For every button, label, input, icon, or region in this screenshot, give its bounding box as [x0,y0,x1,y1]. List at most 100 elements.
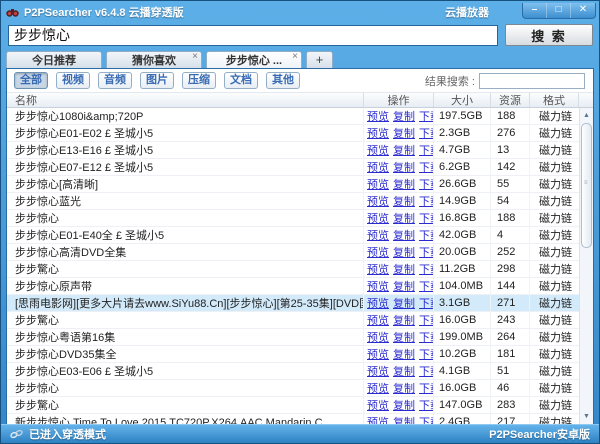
download-link[interactable]: 下载 [419,278,434,294]
download-link[interactable]: 下载 [419,312,434,328]
filter-video[interactable]: 视频 [56,72,90,89]
download-link[interactable]: 下载 [419,125,434,141]
copy-link[interactable]: 复制 [393,312,415,328]
table-row[interactable]: 步步惊心粤语第16集 预览 复制 下载 199.0MB 264 磁力链 [7,329,579,346]
download-link[interactable]: 下载 [419,414,434,424]
tab-close-icon[interactable]: × [192,51,198,62]
table-row[interactable]: 步步驚心 预览 复制 下载 16.0GB 243 磁力链 [7,312,579,329]
result-search-input[interactable] [479,73,585,89]
tab-today-recommend[interactable]: 今日推荐 [6,51,102,68]
maximize-button[interactable]: □ [547,3,571,18]
preview-link[interactable]: 预览 [367,278,389,294]
table-row[interactable]: 步步驚心 预览 复制 下载 11.2GB 298 磁力链 [7,261,579,278]
preview-link[interactable]: 预览 [367,295,389,311]
copy-link[interactable]: 复制 [393,244,415,260]
table-row[interactable]: 步步惊心原声带 预览 复制 下载 104.0MB 144 磁力链 [7,278,579,295]
preview-link[interactable]: 预览 [367,261,389,277]
filter-document[interactable]: 文档 [224,72,258,89]
search-input[interactable] [8,25,498,46]
table-row[interactable]: 步步惊心[高清晰] 预览 复制 下载 26.6GB 55 磁力链 [7,176,579,193]
preview-link[interactable]: 预览 [367,329,389,345]
close-button[interactable]: ✕ [571,3,595,18]
preview-link[interactable]: 预览 [367,125,389,141]
preview-link[interactable]: 预览 [367,244,389,260]
preview-link[interactable]: 预览 [367,159,389,175]
download-link[interactable]: 下载 [419,227,434,243]
download-link[interactable]: 下载 [419,159,434,175]
search-button[interactable]: 搜 索 [505,24,593,46]
copy-link[interactable]: 复制 [393,414,415,424]
table-row[interactable]: 步步惊心DVD35集全 预览 复制 下载 10.2GB 181 磁力链 [7,346,579,363]
column-header-action[interactable]: 操作 [364,93,434,107]
table-row[interactable]: 步步惊心 预览 复制 下载 16.0GB 46 磁力链 [7,380,579,397]
preview-link[interactable]: 预览 [367,380,389,396]
table-row[interactable]: 步步惊心E01-E02 £ 圣城小5 预览 复制 下载 2.3GB 276 磁力… [7,125,579,142]
download-link[interactable]: 下载 [419,210,434,226]
copy-link[interactable]: 复制 [393,159,415,175]
preview-link[interactable]: 预览 [367,210,389,226]
copy-link[interactable]: 复制 [393,295,415,311]
filter-all[interactable]: 全部 [14,72,48,89]
preview-link[interactable]: 预览 [367,227,389,243]
preview-link[interactable]: 预览 [367,363,389,379]
filter-archive[interactable]: 压缩 [182,72,216,89]
table-row[interactable]: 步步惊心E03-E06 £ 圣城小5 预览 复制 下载 4.1GB 51 磁力链 [7,363,579,380]
copy-link[interactable]: 复制 [393,329,415,345]
preview-link[interactable]: 预览 [367,312,389,328]
download-link[interactable]: 下载 [419,397,434,413]
preview-link[interactable]: 预览 [367,346,389,362]
tab-guess-you-like[interactable]: 猜你喜欢 × [106,51,202,68]
scroll-down-icon[interactable]: ▼ [580,410,593,423]
column-header-name[interactable]: 名称 [7,93,364,107]
vertical-scrollbar[interactable]: ▲ ▼ [579,108,593,424]
filter-other[interactable]: 其他 [266,72,300,89]
copy-link[interactable]: 复制 [393,193,415,209]
table-row[interactable]: 步步驚心 预览 复制 下载 147.0GB 283 磁力链 [7,397,579,414]
copy-link[interactable]: 复制 [393,380,415,396]
preview-link[interactable]: 预览 [367,176,389,192]
download-link[interactable]: 下载 [419,346,434,362]
tab-close-icon[interactable]: × [292,51,298,62]
filter-image[interactable]: 图片 [140,72,174,89]
table-row[interactable]: 步步惊心蓝光 预览 复制 下载 14.9GB 54 磁力链 [7,193,579,210]
new-tab-button[interactable]: + [306,51,333,68]
preview-link[interactable]: 预览 [367,397,389,413]
download-link[interactable]: 下载 [419,244,434,260]
copy-link[interactable]: 复制 [393,261,415,277]
table-row[interactable]: 新步步惊心.Time.To.Love.2015.TC720P.X264.AAC.… [7,414,579,424]
copy-link[interactable]: 复制 [393,210,415,226]
minimize-button[interactable]: – [523,3,547,18]
table-row[interactable]: 步步惊心 预览 复制 下载 16.8GB 188 磁力链 [7,210,579,227]
copy-link[interactable]: 复制 [393,227,415,243]
copy-link[interactable]: 复制 [393,363,415,379]
copy-link[interactable]: 复制 [393,176,415,192]
copy-link[interactable]: 复制 [393,108,415,124]
table-row[interactable]: 步步惊心E07-E12 £ 圣城小5 预览 复制 下载 6.2GB 142 磁力… [7,159,579,176]
android-version-link[interactable]: P2PSearcher安卓版 [489,426,590,442]
tab-search-result[interactable]: 步步惊心 ... × [206,51,302,68]
download-link[interactable]: 下载 [419,363,434,379]
copy-link[interactable]: 复制 [393,346,415,362]
download-link[interactable]: 下载 [419,295,434,311]
copy-link[interactable]: 复制 [393,278,415,294]
download-link[interactable]: 下载 [419,108,434,124]
table-row[interactable]: 步步惊心E13-E16 £ 圣城小5 预览 复制 下载 4.7GB 13 磁力链 [7,142,579,159]
copy-link[interactable]: 复制 [393,125,415,141]
copy-link[interactable]: 复制 [393,142,415,158]
cloud-player-button[interactable]: 云播放器 [445,4,489,20]
preview-link[interactable]: 预览 [367,193,389,209]
table-row[interactable]: [思雨电影网][更多大片请去www.SiYu88.Cn][步步惊心][第25-3… [7,295,579,312]
column-header-resource[interactable]: 资源 [491,93,530,107]
table-row[interactable]: 步步惊心高清DVD全集 预览 复制 下载 20.0GB 252 磁力链 [7,244,579,261]
table-row[interactable]: 步步惊心E01-E40全 £ 圣城小5 预览 复制 下载 42.0GB 4 磁力… [7,227,579,244]
column-header-size[interactable]: 大小 [434,93,491,107]
download-link[interactable]: 下载 [419,329,434,345]
download-link[interactable]: 下载 [419,176,434,192]
filter-audio[interactable]: 音频 [98,72,132,89]
download-link[interactable]: 下载 [419,380,434,396]
scroll-up-icon[interactable]: ▲ [580,109,593,122]
copy-link[interactable]: 复制 [393,397,415,413]
preview-link[interactable]: 预览 [367,142,389,158]
column-header-format[interactable]: 格式 [530,93,579,107]
download-link[interactable]: 下载 [419,261,434,277]
